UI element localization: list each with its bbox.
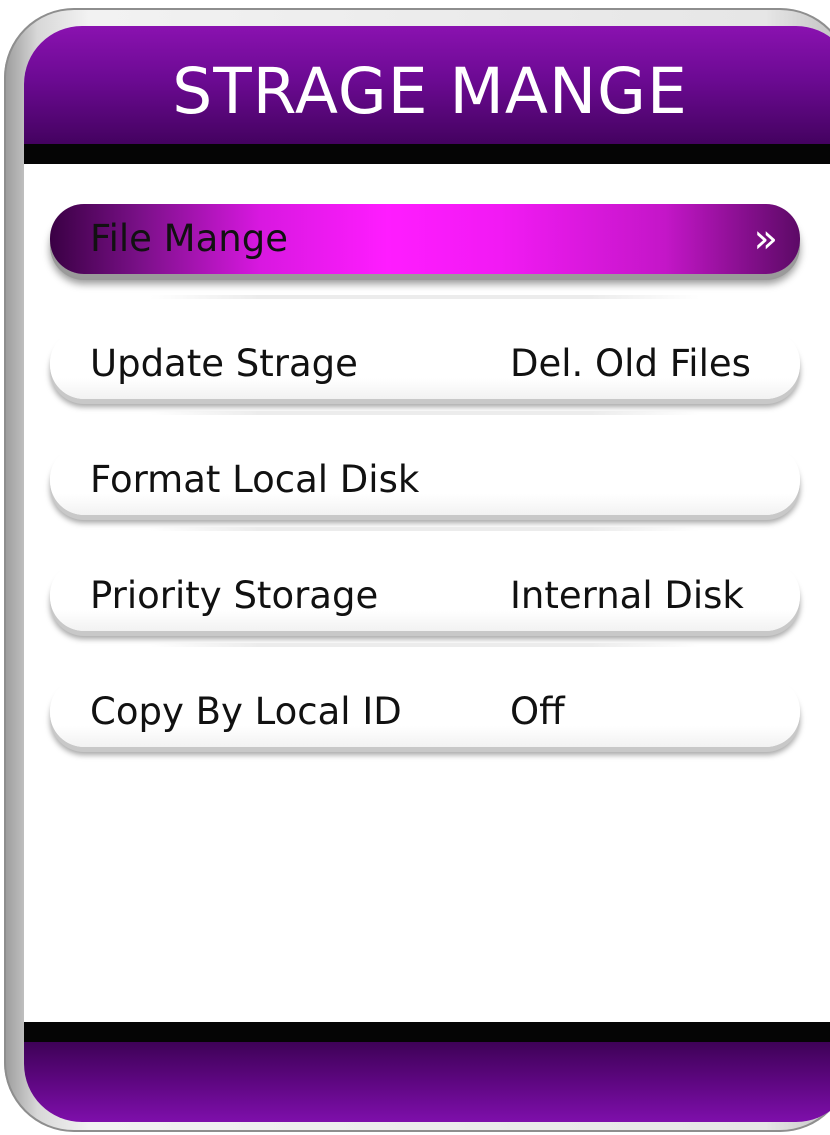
- menu-item-format-local-disk[interactable]: Format Local Disk: [50, 411, 800, 515]
- menu-item-copy-by-local-id[interactable]: Copy By Local ID Off: [50, 643, 800, 747]
- menu-item-label: Copy By Local ID: [90, 690, 402, 733]
- menu-item-value: Off: [510, 690, 565, 733]
- page-title: STRAGE MANGE: [172, 55, 688, 128]
- divider: [150, 527, 700, 531]
- storage-manage-panel: STRAGE MANGE File Mange » Update Strage …: [24, 26, 830, 1122]
- menu-item-update-strage[interactable]: Update Strage Del. Old Files: [50, 295, 800, 399]
- header: STRAGE MANGE: [24, 26, 830, 144]
- header-divider: [24, 144, 830, 164]
- menu-item-label: Format Local Disk: [90, 458, 420, 501]
- double-chevron-right-icon: »: [753, 216, 778, 262]
- footer: [24, 1042, 830, 1122]
- menu-item-value: Internal Disk: [510, 574, 744, 617]
- menu-item-label: Update Strage: [90, 342, 358, 385]
- divider: [150, 411, 700, 415]
- menu-item-value: Del. Old Files: [510, 342, 751, 385]
- footer-divider: [24, 1022, 830, 1042]
- menu-item-file-mange[interactable]: File Mange »: [50, 204, 800, 274]
- menu-item-priority-storage[interactable]: Priority Storage Internal Disk: [50, 527, 800, 631]
- divider: [150, 295, 700, 299]
- divider: [150, 643, 700, 647]
- menu-item-label: File Mange: [90, 217, 288, 260]
- menu-item-label: Priority Storage: [90, 574, 379, 617]
